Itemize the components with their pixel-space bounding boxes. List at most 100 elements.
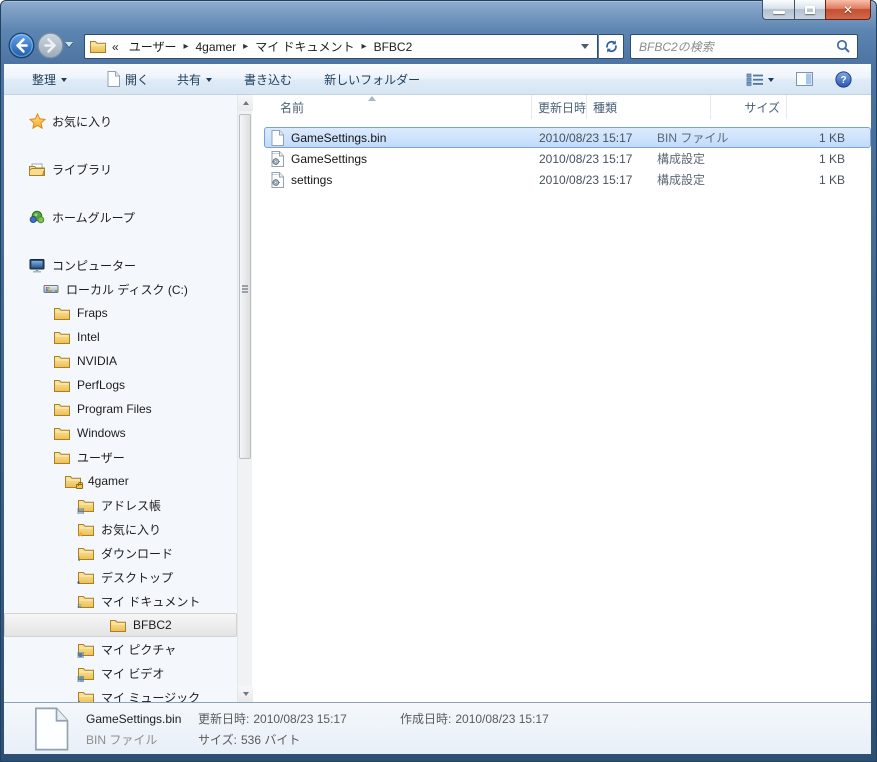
sidebar-item-マイ-ピクチャ[interactable]: ▣マイ ピクチャ (4, 637, 237, 661)
scroll-up-button[interactable] (238, 95, 253, 111)
sidebar-item-コンピューター[interactable]: コンピューター (4, 253, 237, 277)
file-size-cell: 1 KB (775, 131, 851, 145)
sidebar-item-アドレス帳[interactable]: ▤アドレス帳 (4, 493, 237, 517)
sidebar-item-マイ-ミュージック[interactable]: ♪マイ ミュージック (4, 685, 237, 702)
ini-icon (269, 172, 285, 188)
folder-icon (53, 329, 71, 345)
search-icon[interactable] (836, 39, 851, 54)
share-button[interactable]: 共有 (169, 67, 220, 92)
folder-desktop-icon: ▪ (77, 569, 95, 585)
burn-button[interactable]: 書き込む (236, 67, 300, 92)
open-label: 開く (125, 71, 149, 88)
details-text: GameSettings.bin 更新日時:2010/08/23 15:17 作… (86, 710, 549, 748)
sidebar-item-マイ-ビデオ[interactable]: ▦マイ ビデオ (4, 661, 237, 685)
breadcrumb-separator-icon[interactable]: ▸ (360, 41, 369, 52)
breadcrumb-separator-icon[interactable]: ▸ (181, 41, 190, 52)
forward-button[interactable] (37, 32, 64, 59)
file-row-GameSettings[interactable]: GameSettings2010/08/23 15:17構成設定1 KB (264, 148, 871, 169)
sidebar-item-デスクトップ[interactable]: ▪デスクトップ (4, 565, 237, 589)
sidebar-item-label: PerfLogs (77, 378, 125, 392)
folder-icon (53, 401, 71, 417)
sidebar-item-label: お気に入り (52, 113, 112, 130)
new-folder-button[interactable]: 新しいフォルダー (316, 67, 428, 92)
sidebar-item-label: アドレス帳 (101, 497, 161, 514)
svg-text:?: ? (840, 75, 846, 86)
file-modified-cell: 2010/08/23 15:17 (533, 152, 651, 166)
details-created: 作成日時:2010/08/23 15:17 (400, 710, 549, 727)
forward-icon (37, 32, 64, 59)
address-folder-icon (89, 39, 107, 55)
sidebar-item-label: Intel (77, 330, 100, 344)
close-button[interactable]: ✕ (825, 0, 871, 20)
sidebar-item-お気に入り[interactable]: お気に入り (4, 109, 237, 133)
sidebar-item-perflogs[interactable]: PerfLogs (4, 373, 237, 397)
recent-pages-dropdown[interactable] (65, 42, 73, 47)
sidebar-item-bfbc2[interactable]: BFBC2 (4, 613, 237, 637)
open-button[interactable]: 開く (99, 67, 157, 92)
sidebar-item-ローカル-ディスク-(c:)[interactable]: ローカル ディスク (C:) (4, 277, 237, 301)
breadcrumb-separator-icon[interactable]: ▸ (241, 41, 250, 52)
sidebar-item-label: Program Files (77, 402, 152, 416)
folder-star-icon: ★ (77, 521, 95, 537)
column-headers: 名前 更新日時種類 サイズ (264, 95, 871, 119)
sidebar-item-label: Windows (77, 426, 126, 440)
breadcrumb-item[interactable]: BFBC2 (369, 38, 418, 56)
sidebar-item-fraps[interactable]: Fraps (4, 301, 237, 325)
file-row-GameSettings.bin[interactable]: GameSettings.bin2010/08/23 15:17BIN ファイル… (264, 127, 871, 148)
thumb-grip-icon (242, 285, 248, 287)
triangle-down-icon (243, 692, 249, 696)
navigation-pane: お気に入りライブラリホームグループコンピューターローカル ディスク (C:)Fr… (4, 95, 237, 702)
sidebar-item-label: ホームグループ (52, 209, 135, 226)
refresh-button[interactable] (599, 34, 624, 59)
sidebar-item-program-files[interactable]: Program Files (4, 397, 237, 421)
address-dropdown-icon[interactable] (581, 44, 589, 49)
file-size-cell: 1 KB (775, 152, 851, 166)
scrollbar-thumb[interactable] (239, 114, 251, 459)
address-bar[interactable]: «ユーザー▸4gamer▸マイ ドキュメント▸BFBC2 (84, 34, 598, 59)
tree-scrollbar[interactable] (237, 95, 252, 702)
sidebar-item-ライブラリ[interactable]: ライブラリ (4, 157, 237, 181)
back-button[interactable] (8, 32, 35, 59)
preview-pane-button[interactable] (793, 69, 816, 89)
document-icon (107, 71, 120, 87)
file-name: GameSettings.bin (291, 131, 386, 145)
column-header-type[interactable]: 種類 (587, 95, 711, 119)
maximize-button[interactable] (794, 0, 825, 20)
breadcrumb-item[interactable]: 4gamer (190, 38, 241, 56)
details-pane: GameSettings.bin 更新日時:2010/08/23 15:17 作… (4, 702, 871, 754)
main-content: お気に入りライブラリホームグループコンピューターローカル ディスク (C:)Fr… (4, 95, 871, 702)
sidebar-item-お気に入り[interactable]: ★ お気に入り (4, 517, 237, 541)
column-header-modified[interactable]: 更新日時 (532, 95, 587, 119)
help-button[interactable]: ? (832, 68, 855, 91)
column-header-name[interactable]: 名前 (264, 95, 532, 119)
views-button[interactable] (743, 70, 777, 89)
sidebar-item-windows[interactable]: Windows (4, 421, 237, 445)
scroll-down-button[interactable] (238, 686, 253, 702)
sidebar-item-label: お気に入り (101, 521, 161, 538)
breadcrumb-item[interactable]: ユーザー (124, 36, 182, 57)
command-toolbar: 整理 開く 共有 書き込む 新しいフォルダー (4, 64, 871, 95)
file-list: 名前更新日時種類サイズ GameSettings.bin2010/08/23 1… (252, 95, 871, 702)
file-name-cell: settings (265, 172, 533, 188)
computer-icon (28, 257, 46, 273)
sidebar-item-ダウンロード[interactable]: ↓ダウンロード (4, 541, 237, 565)
sidebar-item-ユーザー[interactable]: ユーザー (4, 445, 237, 469)
column-label: サイズ (744, 99, 780, 116)
sidebar-item-intel[interactable]: Intel (4, 325, 237, 349)
search-input[interactable] (637, 39, 836, 55)
column-header-size[interactable]: サイズ (711, 95, 787, 119)
organize-button[interactable]: 整理 (24, 67, 75, 92)
triangle-up-icon (243, 101, 249, 105)
sidebar-item-4gamer[interactable]: 4gamer (4, 469, 237, 493)
sort-ascending-icon (368, 96, 376, 101)
new-folder-label: 新しいフォルダー (324, 71, 420, 88)
minimize-button[interactable] (762, 0, 794, 20)
column-label: 名前 (280, 99, 304, 116)
file-row-settings[interactable]: settings2010/08/23 15:17構成設定1 KB (264, 169, 871, 190)
sidebar-item-nvidia[interactable]: NVIDIA (4, 349, 237, 373)
sidebar-item-ホームグループ[interactable]: ホームグループ (4, 205, 237, 229)
breadcrumb-item[interactable]: マイ ドキュメント (250, 36, 359, 57)
folder-icon (53, 425, 71, 441)
sidebar-item-マイ-ドキュメント[interactable]: ≡マイ ドキュメント (4, 589, 237, 613)
breadcrumb-overflow[interactable]: « (107, 38, 124, 56)
